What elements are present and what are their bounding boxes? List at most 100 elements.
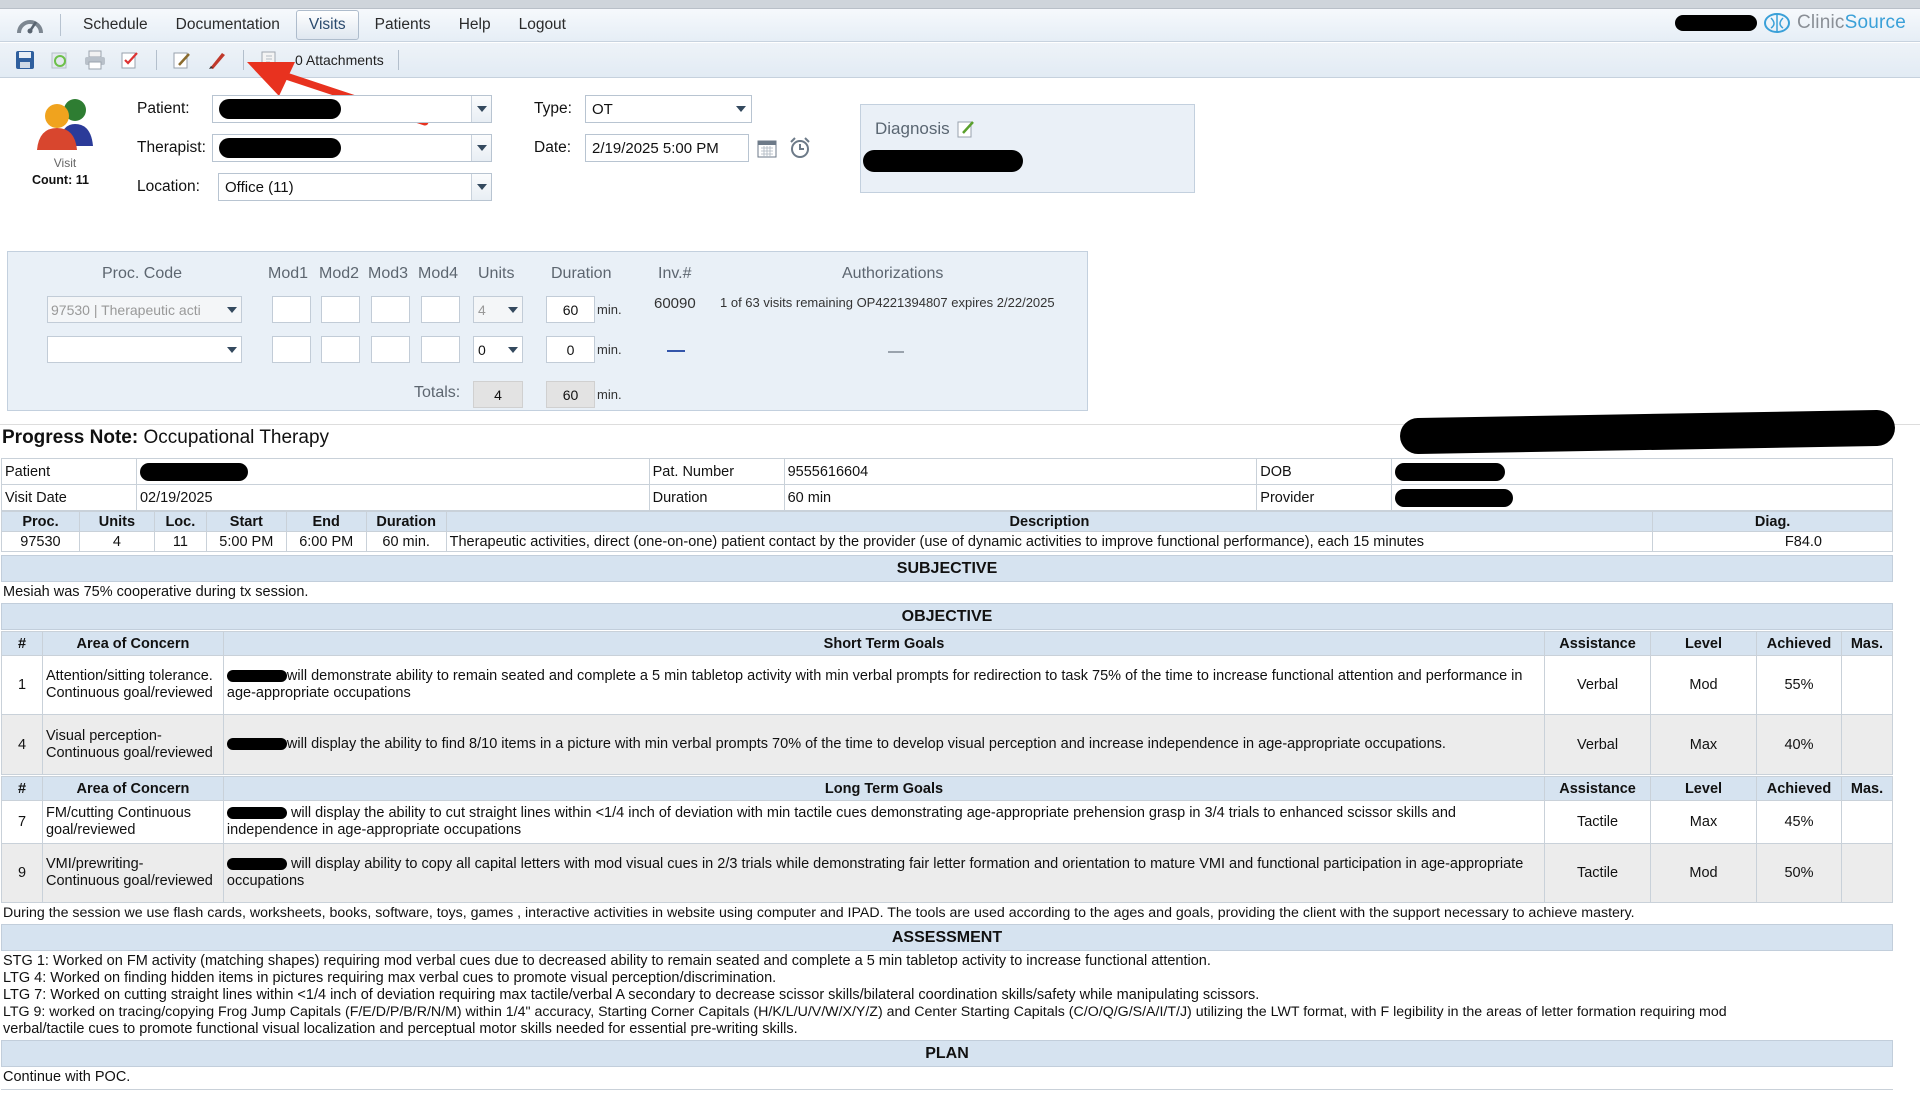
authorization-text: 1 of 63 visits remaining OP4221394807 ex…: [720, 295, 1055, 310]
goal-assist: Tactile: [1544, 800, 1652, 844]
location-select[interactable]: Office (11): [218, 173, 492, 201]
col-achieved: Achieved: [1755, 631, 1842, 656]
nav-schedule[interactable]: Schedule: [71, 11, 160, 39]
duration-input[interactable]: 60: [546, 296, 595, 323]
alarm-clock-icon[interactable]: [788, 136, 812, 164]
nav-visits[interactable]: Visits: [295, 10, 359, 40]
dob-value: [1391, 458, 1893, 485]
redacted-name: [226, 738, 287, 751]
duration-header: Duration: [551, 265, 612, 282]
assessment-line: LTG 7: Worked on cutting straight lines …: [3, 987, 1260, 1003]
invoice-number[interactable]: 60090: [654, 295, 696, 312]
proc-code-select[interactable]: 97530 | Therapeutic acti: [47, 296, 242, 323]
dob-label: DOB: [1256, 458, 1393, 485]
goal-text: will demonstrate ability to remain seate…: [222, 655, 1546, 715]
toolbar-divider: [156, 50, 157, 70]
nav-patients[interactable]: Patients: [363, 11, 443, 39]
mod1-input-2[interactable]: [272, 336, 311, 363]
mod3-input[interactable]: [371, 296, 410, 323]
chevron-down-icon[interactable]: [471, 96, 491, 122]
goal-num: 7: [1, 800, 43, 844]
subjective-text: Mesiah was 75% cooperative during tx ses…: [3, 584, 309, 600]
edit-note-icon[interactable]: [169, 48, 195, 72]
totals-units: 4: [473, 381, 523, 408]
session-tools-text: During the session we use flash cards, w…: [3, 905, 1635, 921]
plan-text: Continue with POC.: [3, 1069, 131, 1085]
nav-documentation[interactable]: Documentation: [164, 11, 292, 39]
units-select[interactable]: 4: [473, 296, 523, 323]
chevron-down-icon[interactable]: [227, 307, 237, 313]
authorizations-header: Authorizations: [842, 265, 944, 282]
patient-field-value: [135, 458, 650, 485]
table-header-row: # Area of Concern Short Term Goals Assis…: [1, 631, 1894, 656]
dashboard-gauge-icon[interactable]: [12, 11, 48, 39]
table-row: Patient Pat. Number 9555616604 DOB: [1, 458, 1893, 485]
mod4-header: Mod4: [418, 265, 459, 282]
goal-text: will display the ability to find 8/10 it…: [222, 714, 1546, 775]
nav-divider: [60, 14, 61, 36]
nav-logout[interactable]: Logout: [507, 11, 578, 39]
mod2-header: Mod2: [319, 265, 360, 282]
mod2-input[interactable]: [321, 296, 360, 323]
proc-code-select-2[interactable]: [47, 336, 242, 363]
progress-note-discipline: Occupational Therapy: [143, 427, 330, 448]
save-icon[interactable]: [12, 48, 38, 72]
redacted-patient-name: [219, 99, 341, 119]
refresh-icon[interactable]: [47, 48, 73, 72]
col-level: Level: [1650, 631, 1757, 656]
nav-help[interactable]: Help: [447, 11, 503, 39]
units-value: 4: [478, 301, 486, 318]
min-unit: min.: [597, 302, 622, 317]
units-value-2: 0: [478, 341, 486, 358]
provider-label: Provider: [1256, 484, 1393, 511]
totals-units-value: 4: [494, 386, 502, 403]
mod4-input-2[interactable]: [421, 336, 460, 363]
redacted-name: [226, 858, 287, 871]
type-select[interactable]: OT: [585, 95, 752, 123]
chevron-down-icon[interactable]: [508, 347, 518, 353]
calendar-icon[interactable]: [756, 137, 778, 163]
goal-mas: [1840, 655, 1894, 715]
units-select-2[interactable]: 0: [473, 336, 523, 363]
loc-cell: 11: [153, 531, 207, 552]
chevron-down-icon[interactable]: [508, 307, 518, 313]
chevron-down-icon[interactable]: [471, 174, 491, 200]
mod3-input-2[interactable]: [371, 336, 410, 363]
duration-input-2[interactable]: 0: [546, 336, 595, 363]
edit-diagnosis-icon[interactable]: [956, 119, 976, 139]
date-input[interactable]: 2/19/2025 5:00 PM: [585, 134, 749, 162]
therapist-select[interactable]: [212, 134, 492, 162]
table-row: Visit Date 02/19/2025 Duration 60 min Pr…: [1, 484, 1893, 511]
totals-duration-value: 60: [562, 386, 579, 403]
redacted-provider: [1395, 488, 1514, 507]
visit-people-icon: [37, 99, 93, 150]
check-edit-icon[interactable]: [117, 48, 143, 72]
print-icon[interactable]: [82, 48, 108, 72]
assessment-line: LTG 4: Worked on finding hidden items in…: [3, 970, 777, 986]
mod4-input[interactable]: [421, 296, 460, 323]
type-label: Type:: [534, 100, 572, 117]
totals-duration: 60: [546, 381, 595, 408]
duration-field-label: Duration: [648, 484, 785, 511]
col-ltg: Long Term Goals: [222, 776, 1546, 801]
progress-note-label: Progress Note:: [2, 427, 139, 448]
mod2-input-2[interactable]: [321, 336, 360, 363]
chevron-down-icon[interactable]: [471, 135, 491, 161]
table-row: 4 Visual perception- Continuous goal/rev…: [1, 714, 1894, 775]
plan-header: PLAN: [1, 1040, 1893, 1067]
chevron-down-icon[interactable]: [731, 96, 751, 122]
goal-text: will display ability to copy all capital…: [222, 843, 1546, 903]
date-value: 2/19/2025 5:00 PM: [592, 139, 719, 157]
assessment-header: ASSESSMENT: [1, 924, 1893, 951]
pat-number-label: Pat. Number: [648, 458, 785, 485]
pen-sign-icon[interactable]: [204, 48, 230, 72]
goal-num: 9: [1, 843, 43, 903]
mod1-input[interactable]: [272, 296, 311, 323]
progress-note-title: Progress Note: Occupational Therapy: [2, 427, 329, 449]
brand-logo: ClinicSource: [1674, 12, 1906, 34]
patient-select[interactable]: [212, 95, 492, 123]
chevron-down-icon[interactable]: [227, 347, 237, 353]
table-header-row: Proc. Units Loc. Start End Duration Desc…: [1, 511, 1893, 532]
goal-achieved: 55%: [1755, 655, 1842, 715]
duration-cell: 60 min.: [365, 531, 447, 552]
